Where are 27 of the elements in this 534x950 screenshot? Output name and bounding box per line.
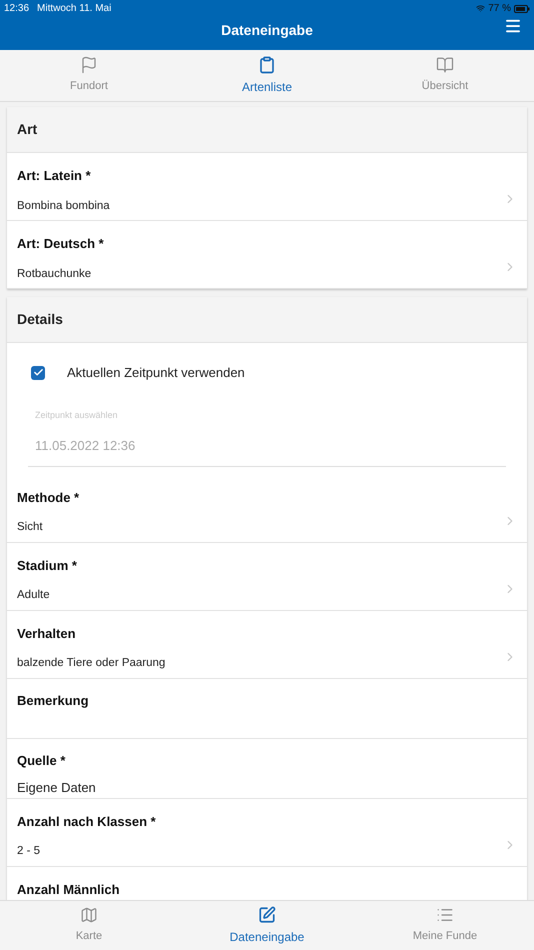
battery-icon <box>514 4 530 12</box>
check-icon <box>32 367 44 378</box>
map-icon <box>80 906 98 924</box>
status-time: 12:36 <box>4 2 30 16</box>
status-date: Mittwoch 11. Mai <box>37 2 112 16</box>
select-row[interactable]: Art: Deutsch * Rotbauchunke <box>7 221 527 289</box>
menu-button[interactable] <box>504 17 522 35</box>
edit-icon <box>258 906 276 924</box>
section-title: Details <box>17 310 63 329</box>
tab[interactable]: Dateneingabe <box>178 901 356 950</box>
select-row[interactable]: Anzahl nach Klassen * 2 - 5 <box>7 798 527 866</box>
flag-icon <box>80 56 98 74</box>
text-field[interactable]: Quelle * Eigene Daten <box>7 738 527 798</box>
select-row[interactable]: Verhalten balzende Tiere oder Paarung <box>7 610 527 678</box>
checkbox[interactable] <box>31 366 45 380</box>
section-title: Art <box>17 120 38 139</box>
battery-level: 77 % <box>488 2 511 16</box>
tab[interactable]: Artenliste <box>178 50 356 101</box>
select-row[interactable]: Art: Latein * Bombina bombina <box>7 153 527 221</box>
wifi-icon <box>476 4 486 13</box>
checkbox-label: Aktuellen Zeitpunkt verwenden <box>67 364 245 382</box>
text-field[interactable]: Bemerkung <box>7 678 527 738</box>
select-row[interactable]: Stadium * Adulte <box>7 542 527 610</box>
book-icon <box>436 56 454 74</box>
select-row[interactable]: Methode * Sicht <box>7 474 527 542</box>
clipboard-icon <box>258 56 276 74</box>
header-title: Dateneingabe <box>221 21 313 40</box>
